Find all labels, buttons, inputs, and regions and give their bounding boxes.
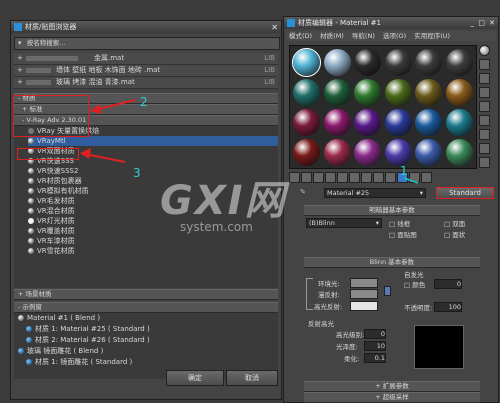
annotation-number-3: 3: [133, 166, 141, 180]
arrow-1-line: [403, 177, 419, 184]
arrow-3-line: [84, 153, 126, 163]
arrow-2-line: [94, 99, 136, 111]
annotation-number-1: 1: [400, 164, 408, 178]
annotation-arrows: [80, 99, 419, 184]
arrow-3-head: [80, 148, 91, 159]
annotation-number-2: 2: [140, 95, 148, 109]
arrow-2-head: [90, 104, 101, 114]
